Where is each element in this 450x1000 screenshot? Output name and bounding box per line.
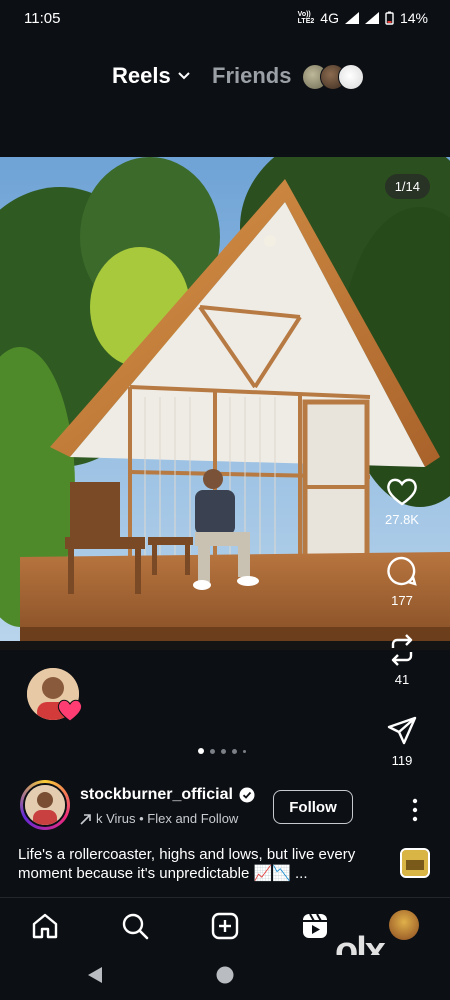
carousel-dot — [221, 748, 226, 754]
status-indicators: Vo)) LTE2 4G 14% — [298, 10, 428, 26]
friends-avatar-stack[interactable] — [302, 64, 364, 90]
repost-button[interactable]: 41 — [372, 634, 432, 687]
heart-badge-icon — [57, 699, 83, 722]
signal-icon — [344, 12, 359, 24]
audio-thumbnail[interactable] — [400, 848, 430, 878]
caption[interactable]: Life's a rollercoaster, highs and lows, … — [18, 845, 390, 883]
username-row[interactable]: stockburner_official — [80, 786, 255, 804]
trending-arrow-icon — [80, 813, 91, 825]
chevron-down-icon — [178, 72, 190, 80]
home-icon[interactable] — [31, 912, 59, 940]
share-icon — [387, 716, 417, 745]
carousel-dot — [243, 749, 246, 753]
carousel-dot — [232, 748, 237, 754]
create-icon[interactable] — [211, 912, 239, 940]
user-avatar[interactable] — [20, 780, 70, 830]
share-button[interactable]: 119 — [372, 715, 432, 768]
carousel-dot — [210, 748, 215, 754]
comment-icon — [387, 556, 417, 586]
share-count: 119 — [391, 753, 413, 768]
audio-text: k Virus • Flex and Follow — [96, 811, 239, 826]
status-time: 11:05 — [24, 10, 61, 27]
reels-icon[interactable] — [301, 912, 329, 940]
comment-button[interactable]: 177 — [372, 555, 432, 608]
battery-icon — [385, 11, 394, 25]
system-nav-bar — [0, 955, 450, 1000]
audio-thumb-image — [402, 850, 428, 876]
carousel-page-counter: 1/14 — [384, 174, 430, 199]
like-count: 27.8K — [385, 512, 419, 527]
repost-icon — [391, 634, 413, 666]
profile-avatar-icon[interactable] — [389, 910, 419, 940]
home-circle-icon[interactable] — [216, 966, 234, 984]
back-icon[interactable] — [87, 966, 103, 984]
battery-level: 14% — [399, 10, 428, 26]
volte-indicator: Vo)) LTE2 — [297, 11, 315, 25]
repost-count: 41 — [394, 672, 410, 687]
carousel-dots — [198, 748, 246, 754]
search-icon[interactable] — [121, 912, 149, 940]
friend-avatar — [338, 64, 364, 90]
tab-reels[interactable]: Reels — [112, 63, 191, 89]
comment-count: 177 — [391, 593, 413, 608]
audio-row[interactable]: k Virus • Flex and Follow — [80, 811, 238, 826]
signal-icon-2 — [364, 12, 379, 24]
carousel-dot — [198, 748, 204, 754]
like-button[interactable]: 27.8K — [372, 476, 432, 527]
more-icon[interactable] — [405, 797, 425, 823]
username: stockburner_official — [80, 786, 233, 803]
follow-button[interactable]: Follow — [273, 790, 353, 824]
tab-reels-label: Reels — [112, 63, 171, 88]
tab-friends[interactable]: Friends — [212, 63, 291, 89]
network-type: 4G — [320, 10, 339, 26]
user-avatar-image — [25, 785, 65, 825]
verified-badge-icon — [239, 787, 255, 803]
heart-icon — [387, 478, 417, 506]
